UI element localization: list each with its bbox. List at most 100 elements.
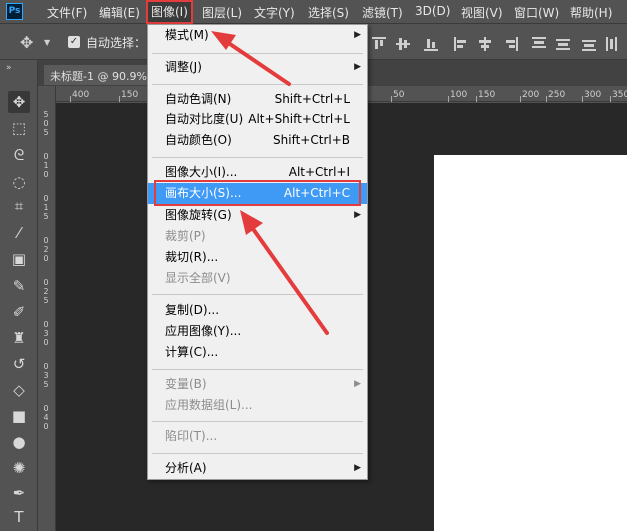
brush-tool[interactable]: ✐ [8,301,30,323]
submenu-arrow-icon: ▶ [354,30,361,40]
menu-item-12[interactable]: 复制(D)... [148,300,367,321]
menu-item-15: 变量(B) ▶ [148,374,367,395]
move-icon[interactable]: ✥ [20,33,33,52]
history-brush-tool[interactable]: ↺ [8,353,30,375]
spot-healing-tool[interactable]: ✎ [8,275,30,297]
ruler-left-label: 0 [43,404,49,413]
menu-item-shortcut: Shift+Ctrl+B [273,133,350,147]
menu-item-label: 变量(B) [165,377,207,391]
ruler-top-label: 350 [612,90,627,100]
menu-separator [152,53,363,54]
distribute-bottom-icon[interactable] [582,37,596,51]
clone-stamp-tool[interactable]: ♜ [8,327,30,349]
menu-item-label: 自动颜色(O) [165,133,232,147]
align-bottom-icon[interactable] [424,37,438,51]
distribute-top-icon[interactable] [532,37,546,51]
menu-file[interactable]: 文件(F) [47,4,87,20]
menu-item-9: 裁剪(P) [148,226,367,247]
ruler-top-label: 100 [450,90,468,100]
menu-filter[interactable]: 滤镜(T) [362,4,403,20]
menu-separator [152,369,363,370]
menu-item-label: 自动对比度(U) [165,112,244,126]
ruler-left-label: 5 [43,296,49,305]
ruler-tick [119,96,120,102]
menu-item-3[interactable]: 自动色调(N) Shift+Ctrl+L [148,89,367,110]
gradient-tool[interactable]: ■ [8,405,30,427]
ruler-left-label: 4 [43,413,49,422]
ruler-tick [70,96,71,102]
type-tool[interactable]: T [8,506,30,528]
align-top-icon[interactable] [372,37,386,51]
menu-item-8[interactable]: 图像旋转(G) ▶ [148,205,367,226]
menu-type[interactable]: 文字(Y) [254,4,295,20]
menu-item-label: 调整(J) [165,60,202,74]
menu-view[interactable]: 视图(V) [461,4,503,20]
menu-help[interactable]: 帮助(H) [570,4,612,20]
ruler-left-label: 0 [43,320,49,329]
move-tool[interactable]: ✥ [8,91,30,113]
crop-tool[interactable]: ⌗ [8,195,30,217]
ruler-left-label: 0 [43,422,49,431]
marquee-tool[interactable]: ⬚ [8,117,30,139]
ruler-top-label: 400 [72,90,90,100]
menu-item-10[interactable]: 裁切(R)... [148,247,367,268]
ruler-left-label: 0 [43,119,49,128]
ruler-left-label: 3 [43,371,49,380]
menu-item-1[interactable]: 模式(M) ▶ [148,25,367,46]
menu-item-16: 应用数据组(L)... [148,395,367,416]
menu-item-13[interactable]: 应用图像(Y)... [148,321,367,342]
menu-item-shortcut: Alt+Shift+Ctrl+L [248,112,350,126]
menu-item-14[interactable]: 计算(C)... [148,342,367,363]
menu-window[interactable]: 窗口(W) [514,4,559,20]
menu-item-label: 裁切(R)... [165,250,219,264]
menu-image[interactable]: 图像(I) [146,0,193,24]
menu-item-label: 分析(A) [165,461,207,475]
menu-item-17: 陷印(T)... [148,426,367,447]
eyedropper-tool[interactable]: ⁄ [8,222,30,244]
auto-select-checkbox[interactable]: ✓ [68,36,80,48]
distribute-left-icon[interactable] [606,37,620,51]
quick-select-tool[interactable]: ◌ [8,171,30,193]
collapse-icon[interactable]: » [6,63,12,73]
menu-item-18[interactable]: 分析(A) ▶ [148,458,367,479]
dodge-tool[interactable]: ✺ [8,457,30,479]
eraser-tool[interactable]: ◇ [8,379,30,401]
align-vcenter-icon[interactable] [396,37,410,51]
submenu-arrow-icon: ▶ [354,379,361,389]
menu-item-label: 陷印(T)... [165,429,218,443]
document-tab[interactable]: 未标题-1 @ 90.9% [44,65,154,85]
align-left-icon[interactable] [454,37,468,51]
menu-edit[interactable]: 编辑(E) [99,4,140,20]
chevron-down-icon[interactable]: ▼ [44,38,50,47]
ruler-tick [448,96,449,102]
align-hcenter-icon[interactable] [478,37,492,51]
ruler-top-label: 200 [522,90,540,100]
ruler-tick [520,96,521,102]
ruler-tick [582,96,583,102]
menu-item-label: 应用图像(Y)... [165,324,242,338]
menu-item-2[interactable]: 调整(J) ▶ [148,57,367,78]
menu-item-5[interactable]: 自动颜色(O) Shift+Ctrl+B [148,130,367,151]
frame-tool[interactable]: ▣ [8,248,30,270]
menu-item-label: 模式(M) [165,28,209,42]
align-right-icon[interactable] [504,37,518,51]
distribute-vcenter-icon[interactable] [556,37,570,51]
auto-select-label: 自动选择： [86,36,147,50]
menu-layer[interactable]: 图层(L) [202,4,242,20]
menu-3d[interactable]: 3D(D) [415,4,450,20]
pen-tool[interactable]: ✒ [8,482,30,504]
ruler-tick [476,96,477,102]
menu-item-4[interactable]: 自动对比度(U) Alt+Shift+Ctrl+L [148,109,367,130]
menu-item-label: 应用数据组(L)... [165,398,253,412]
ruler-tick [610,96,611,102]
blur-tool[interactable]: ● [8,431,30,453]
submenu-arrow-icon: ▶ [354,463,361,473]
ruler-tick [546,96,547,102]
watermark-url: jingyan.baidu.com [478,504,580,517]
ruler-top-label: 50 [393,90,405,100]
lasso-tool[interactable]: ᘓ [8,144,30,166]
ruler-top-label: 300 [584,90,602,100]
menu-select[interactable]: 选择(S) [308,4,349,20]
ruler-left-label: 0 [43,254,49,263]
ruler-top-label: 150 [478,90,496,100]
